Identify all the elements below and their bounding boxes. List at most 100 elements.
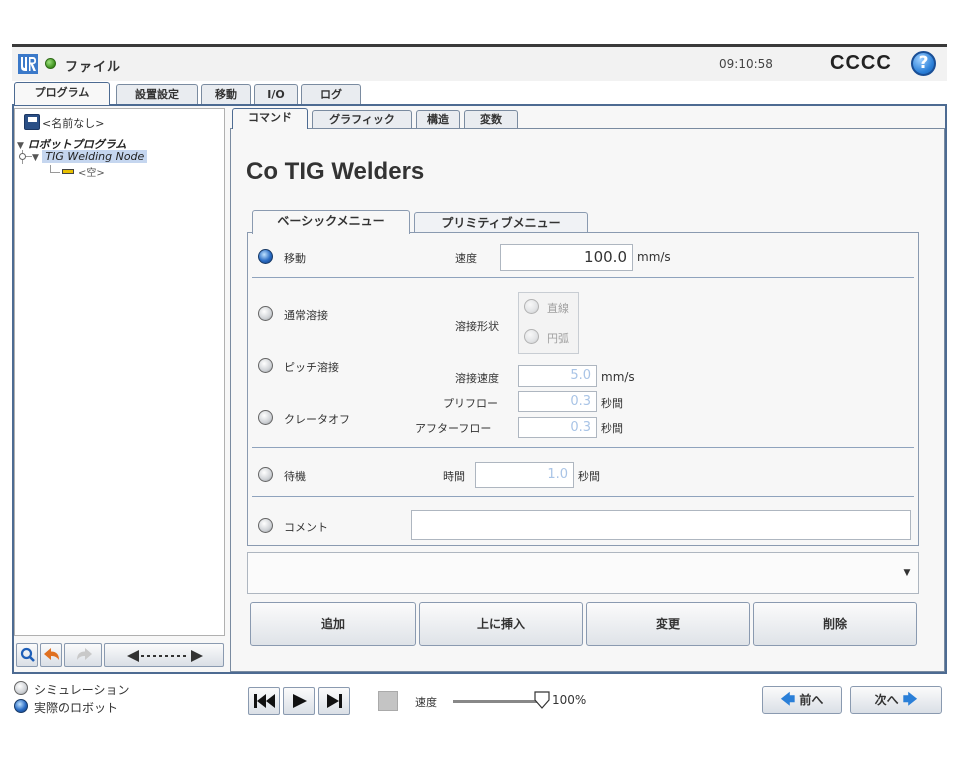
step-forward-icon [327, 694, 342, 708]
basic-menu-box [247, 232, 919, 546]
status-indicator-icon [45, 58, 56, 69]
stop-icon[interactable] [378, 691, 398, 711]
header-bar: ファイル 09:10:58 CCCC ? [12, 47, 947, 81]
radio-comment[interactable] [258, 518, 273, 533]
time-unit: 秒間 [578, 470, 600, 483]
step-button[interactable] [318, 687, 350, 715]
node-dropdown[interactable] [247, 552, 919, 594]
radio-real-robot[interactable] [14, 699, 28, 713]
add-button[interactable]: 追加 [250, 602, 416, 646]
afterflow-input[interactable]: 0.3 [518, 417, 597, 438]
file-menu[interactable]: ファイル [65, 56, 121, 75]
tab-basic-menu[interactable]: ベーシックメニュー [252, 210, 410, 234]
clock: 09:10:58 [719, 57, 773, 71]
arrow-left-icon: 🡄 [780, 692, 796, 708]
weld-speed-input[interactable]: 5.0 [518, 365, 597, 387]
undo-arrow-icon [44, 648, 59, 660]
radio-simulation[interactable] [14, 681, 28, 695]
afterflow-label: アフターフロー [415, 422, 492, 435]
speed-slider-track[interactable] [453, 700, 542, 703]
chevron-down-icon[interactable]: ▼ [897, 555, 917, 591]
search-button[interactable] [16, 643, 38, 667]
crater-off-label: クレータオフ [284, 413, 350, 426]
preflow-input[interactable]: 0.3 [518, 391, 597, 412]
expand-triangle-icon: ▼ [32, 153, 39, 163]
prev-button[interactable]: 🡄 前へ [762, 686, 842, 714]
afterflow-unit: 秒間 [601, 422, 623, 435]
empty-node-icon [62, 169, 74, 174]
speed-input[interactable]: 100.0 [500, 244, 633, 271]
speed-slider-label: 速度 [415, 696, 437, 709]
preflow-label: プリフロー [443, 397, 498, 410]
tree-connector [50, 172, 60, 173]
weld-shape-label: 溶接形状 [455, 320, 499, 333]
time-label: 時間 [443, 470, 465, 483]
tree-node-tig[interactable]: ▼ TIG Welding Node [32, 150, 148, 163]
tab-move[interactable]: 移動 [201, 84, 251, 104]
save-icon[interactable] [24, 114, 40, 130]
separator [252, 496, 914, 497]
undo-button[interactable] [40, 643, 62, 667]
tab-primitive-menu[interactable]: プリミティブメニュー [414, 212, 588, 233]
move-label: 移動 [284, 252, 306, 265]
speed-label: 速度 [455, 252, 477, 265]
comment-input[interactable] [411, 510, 911, 540]
radio-move[interactable] [258, 249, 273, 264]
radio-normal-weld[interactable] [258, 306, 273, 321]
tree-node-label: TIG Welding Node [42, 150, 148, 163]
wait-label: 待機 [284, 470, 306, 483]
tree-empty-child[interactable]: <空> [78, 164, 105, 179]
tab-graphics[interactable]: グラフィック [312, 110, 412, 128]
next-label: 次へ [874, 693, 899, 707]
speed-unit: mm/s [637, 250, 671, 264]
delete-button[interactable]: 削除 [753, 602, 917, 646]
rewind-icon [254, 694, 275, 708]
speed-slider-thumb[interactable] [534, 691, 550, 709]
tab-log[interactable]: ログ [301, 84, 361, 104]
simulation-label: シミュレーション [34, 683, 130, 697]
redo-arrow-icon [77, 648, 92, 660]
weld-speed-unit: mm/s [601, 370, 635, 384]
radio-shape-linear[interactable] [524, 299, 539, 314]
preflow-unit: 秒間 [601, 397, 623, 410]
radio-pitch-weld[interactable] [258, 358, 273, 373]
weld-speed-label: 溶接速度 [455, 372, 499, 385]
ur-logo-icon [18, 54, 38, 74]
tab-program[interactable]: プログラム [14, 82, 110, 105]
shape-linear-label: 直線 [547, 302, 569, 315]
next-button[interactable]: 次へ 🡆 [850, 686, 942, 714]
arrow-right-icon: 🡆 [902, 692, 918, 708]
search-icon [20, 647, 35, 662]
program-name: <名前なし> [42, 117, 105, 130]
pitch-weld-label: ピッチ溶接 [284, 361, 339, 374]
rewind-button[interactable] [248, 687, 280, 715]
tab-command[interactable]: コマンド [232, 108, 308, 129]
radio-shape-arc[interactable] [524, 329, 539, 344]
page-title: Co TIG Welders [246, 158, 425, 185]
insert-above-button[interactable]: 上に挿入 [419, 602, 583, 646]
normal-weld-label: 通常溶接 [284, 309, 328, 322]
shape-arc-label: 円弧 [547, 332, 569, 345]
comment-label: コメント [284, 521, 328, 534]
left-right-arrow-icon [127, 650, 203, 662]
radio-wait[interactable] [258, 467, 273, 482]
robot-name: CCCC [830, 52, 892, 74]
prev-label: 前へ [799, 693, 824, 707]
move-node-button[interactable] [104, 643, 224, 667]
tab-structure[interactable]: 構造 [416, 110, 460, 128]
tab-io[interactable]: I/O [254, 84, 298, 104]
tab-variables[interactable]: 変数 [464, 110, 518, 128]
separator [252, 277, 914, 278]
help-icon[interactable]: ? [911, 51, 936, 76]
program-tree-panel [14, 108, 225, 636]
play-icon [293, 694, 307, 708]
real-robot-label: 実際のロボット [34, 701, 119, 715]
play-button[interactable] [283, 687, 315, 715]
time-input[interactable]: 1.0 [475, 462, 574, 488]
speed-percent: 100% [552, 693, 587, 707]
change-button[interactable]: 変更 [586, 602, 750, 646]
radio-crater-off[interactable] [258, 410, 273, 425]
tree-node-dot-icon [19, 153, 26, 160]
tab-installation[interactable]: 設置設定 [116, 84, 198, 104]
redo-button[interactable] [64, 643, 102, 667]
